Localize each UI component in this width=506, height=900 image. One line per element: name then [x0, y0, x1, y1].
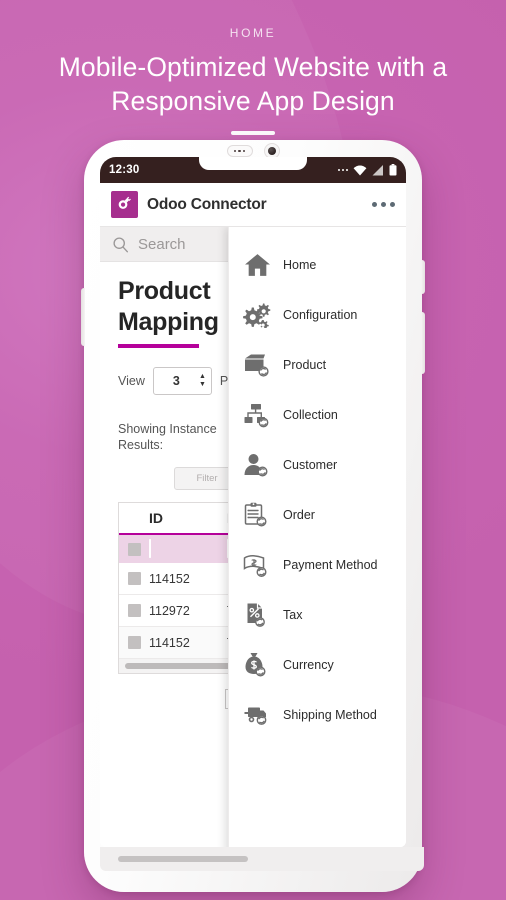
menu-item-payment-method[interactable]: Payment Method: [229, 540, 406, 590]
product-box-sync-icon: [242, 350, 272, 380]
stepper-up-icon[interactable]: ▲: [199, 373, 206, 380]
menu-item-label: Tax: [283, 608, 303, 622]
checkbox-icon[interactable]: [127, 572, 141, 585]
app-title: Odoo Connector: [147, 195, 267, 213]
menu-item-label: Customer: [283, 458, 338, 472]
payment-banknote-sync-icon: [242, 550, 272, 580]
collection-sitemap-sync-icon: [242, 400, 272, 430]
menu-item-home[interactable]: Home: [229, 240, 406, 290]
hero-title-line-1: Mobile-Optimized Website with a: [58, 52, 448, 82]
app-content: Search Product Mapping View 3 ▲ ▼ Showin…: [100, 227, 406, 847]
gears-icon: [242, 300, 272, 330]
earpiece-speaker: [226, 145, 253, 157]
menu-item-tax[interactable]: Tax: [229, 590, 406, 640]
menu-item-label: Currency: [283, 658, 334, 672]
row-checkbox-cell[interactable]: [119, 636, 149, 649]
hero-eyebrow: HOME: [229, 26, 277, 40]
showing-instance-label-line-1: Showing Instance: [118, 422, 217, 436]
row-id: 114152: [149, 635, 190, 650]
home-icon: [242, 250, 272, 280]
menu-item-label: Home: [283, 258, 317, 272]
stepper-down-icon[interactable]: ▼: [199, 381, 206, 388]
menu-item-label: Product: [283, 358, 327, 372]
menu-item-order[interactable]: Order: [229, 490, 406, 540]
status-bar: 12:30: [100, 157, 406, 183]
per-page-value[interactable]: 3: [154, 374, 199, 388]
search-icon: [113, 236, 128, 252]
checkbox-icon[interactable]: [127, 636, 141, 649]
showing-instance-label: Showing Instance Results:: [118, 421, 226, 453]
status-bar-icons: [337, 164, 398, 176]
customer-person-sync-icon: [242, 450, 272, 480]
checkbox-icon[interactable]: [127, 604, 141, 617]
hero-section: HOME Mobile-Optimized Website with a Res…: [0, 26, 506, 135]
menu-item-label: Order: [283, 508, 315, 522]
home-indicator: [118, 856, 248, 862]
menu-item-label: Collection: [283, 408, 338, 422]
wifi-icon: [353, 165, 367, 175]
menu-item-configuration[interactable]: Configuration: [229, 290, 406, 340]
view-label: View: [118, 374, 145, 388]
menu-item-collection[interactable]: Collection: [229, 390, 406, 440]
order-clipboard-sync-icon: [242, 500, 272, 530]
hero-title-line-2: Responsive App Design: [111, 86, 395, 116]
battery-icon: [389, 164, 397, 176]
page-title-underline: [118, 344, 199, 348]
more-dots-icon: [337, 168, 348, 172]
menu-item-label: Configuration: [283, 308, 358, 322]
currency-money-bag-sync-icon: [242, 650, 272, 680]
row-id: 112972: [149, 603, 190, 618]
app-bar: Odoo Connector: [100, 183, 406, 227]
stepper-arrows-icon[interactable]: ▲ ▼: [199, 373, 206, 388]
cellular-signal-icon: [372, 164, 383, 175]
table-header-id: ID: [149, 510, 163, 526]
status-bar-notch: [199, 157, 307, 170]
search-input[interactable]: Search: [138, 236, 186, 253]
showing-instance-label-line-2: Results:: [118, 438, 164, 452]
phone-side-button-top: [421, 260, 425, 294]
phone-screen: 12:30 Odoo Connector Search Product Mapp…: [100, 157, 406, 847]
menu-item-label: Shipping Method: [283, 708, 377, 722]
checkbox-icon[interactable]: [127, 542, 141, 556]
phone-volume-button: [81, 288, 85, 346]
menu-item-label: Payment Method: [283, 558, 378, 572]
filter-row-checkbox-cell[interactable]: [119, 542, 149, 556]
phone-mockup: 12:30 Odoo Connector Search Product Mapp…: [81, 140, 425, 892]
promo-banner: HOME Mobile-Optimized Website with a Res…: [0, 0, 506, 900]
menu-item-shipping-method[interactable]: Shipping Method: [229, 690, 406, 740]
filter-id-input[interactable]: [149, 539, 151, 558]
status-bar-clock: 12:30: [109, 164, 140, 176]
row-checkbox-cell[interactable]: [119, 604, 149, 617]
row-checkbox-cell[interactable]: [119, 572, 149, 585]
plug-connector-icon: [111, 191, 138, 218]
phone-power-button: [421, 312, 425, 374]
row-id: 114152: [149, 571, 190, 586]
home-indicator-bar: [100, 847, 424, 871]
menu-item-customer[interactable]: Customer: [229, 440, 406, 490]
hero-divider: [231, 131, 275, 135]
per-page-stepper[interactable]: 3 ▲ ▼: [152, 367, 212, 395]
hero-title: Mobile-Optimized Website with a Responsi…: [0, 50, 506, 118]
shipping-truck-sync-icon: [242, 700, 272, 730]
filter-id-cell[interactable]: [149, 539, 227, 558]
tax-percent-document-sync-icon: [242, 600, 272, 630]
kebab-menu-icon[interactable]: [372, 202, 395, 207]
menu-item-currency[interactable]: Currency: [229, 640, 406, 690]
menu-item-product[interactable]: Product: [229, 340, 406, 390]
navigation-drawer: Home Configuration Product Collection Cu…: [228, 227, 406, 847]
